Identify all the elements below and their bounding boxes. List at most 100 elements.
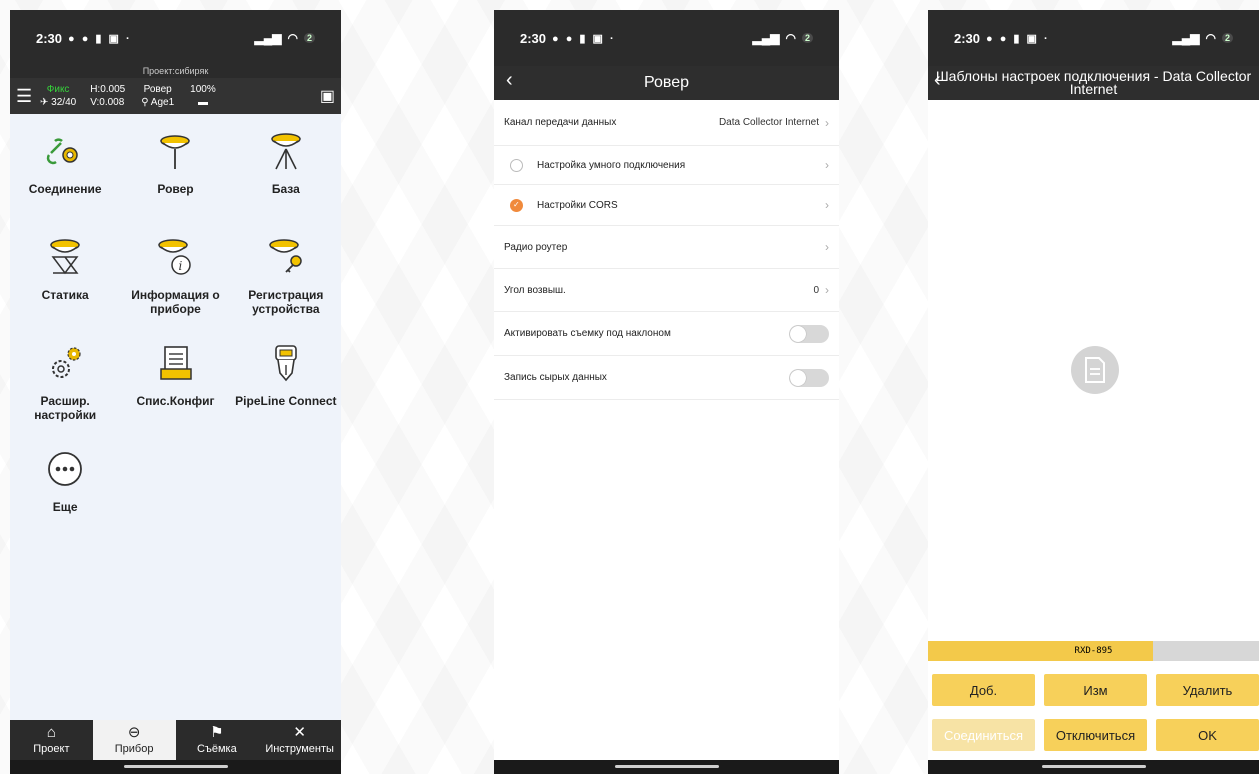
static-receiver-icon xyxy=(42,234,88,280)
menu-icon[interactable]: ☰ xyxy=(16,86,34,107)
project-name: Проект:сибиряк xyxy=(10,66,341,78)
status-time: 2:30 xyxy=(954,30,981,46)
battery-icon: 2 xyxy=(1221,33,1233,43)
home-indicator xyxy=(928,760,1259,774)
wifi-icon: ◠ xyxy=(785,31,796,45)
notification-icons: ● ● ▮ ▣ · xyxy=(986,32,1050,45)
pipeline-connect-icon xyxy=(263,340,309,386)
h-precision: H:0.005 xyxy=(90,84,126,95)
survey-icon: ⚑ xyxy=(210,724,224,741)
home-indicator xyxy=(10,760,341,774)
nav-tab-instrument[interactable]: ⊖ Прибор xyxy=(92,720,176,760)
page-title: Шаблоны настроек подключения - Data Coll… xyxy=(935,68,1252,97)
row-value: 0 xyxy=(813,284,819,296)
bottom-navigation: ⌂ Проект ⊖ Прибор ⚑ Съёмка ✕ Инструменты xyxy=(10,720,341,760)
phone-rover-screen: 2:30 ● ● ▮ ▣ · ▂▄▆ ◠ 2 ‹ Ровер Канал пер… xyxy=(494,10,839,774)
edit-button[interactable]: Изм xyxy=(1044,674,1147,706)
row-label: Радио роутер xyxy=(504,241,568,253)
tile-advanced-settings[interactable]: Расшир. настройки xyxy=(10,340,120,446)
signal-icon: ▂▄▆ xyxy=(752,31,780,45)
wifi-icon: ◠ xyxy=(287,31,298,45)
action-row-bottom: Соединиться Отключиться OK xyxy=(932,719,1259,751)
tile-label: Информация о приборе xyxy=(131,288,220,316)
cors-settings-option[interactable]: Настройки CORS › xyxy=(494,185,839,226)
tile-label: Расшир. настройки xyxy=(34,394,97,422)
battery-icon: 2 xyxy=(801,33,813,43)
tile-more[interactable]: Еще xyxy=(10,446,120,552)
signal-icon: ▂▄▆ xyxy=(254,31,282,45)
row-label: Активировать съемку под наклоном xyxy=(504,328,671,339)
row-value: Data Collector Internet xyxy=(718,117,819,128)
radio-unchecked-icon[interactable] xyxy=(510,158,523,172)
tile-label: Еще xyxy=(52,500,78,514)
wifi-icon: ◠ xyxy=(1205,31,1216,45)
location-pin-icon: ⚲ xyxy=(141,97,149,108)
receiver-icon: ⊖ xyxy=(127,724,141,741)
back-arrow-icon[interactable]: ‹ xyxy=(506,69,513,92)
phone-device-screen: 2:30 ● ● ▮ ▣ · ▂▄▆ ◠ 2 Проект:сибиряк ☰ … xyxy=(10,10,341,774)
smart-connection-option[interactable]: Настройка умного подключения › xyxy=(494,146,839,185)
delete-button[interactable]: Удалить xyxy=(1156,674,1259,706)
device-register-key-icon xyxy=(263,234,309,280)
status-time: 2:30 xyxy=(520,30,547,46)
chevron-right-icon: › xyxy=(825,198,829,212)
tile-base[interactable]: База xyxy=(231,128,341,234)
status-bar: 2:30 ● ● ▮ ▣ · ▂▄▆ ◠ 2 xyxy=(928,10,1259,66)
notification-icons: ● ● ▮ ▣ · xyxy=(552,32,616,45)
advanced-settings-gear-icon xyxy=(42,340,88,386)
tile-rover[interactable]: Ровер xyxy=(120,128,230,234)
fix-status: Фикс xyxy=(46,84,70,95)
nav-label: Съёмка xyxy=(197,743,237,755)
tile-label: Статика xyxy=(41,288,89,302)
tile-config-list[interactable]: Спис.Конфиг xyxy=(120,340,230,446)
nav-label: Инструменты xyxy=(265,743,334,755)
raw-data-toggle[interactable] xyxy=(789,368,829,387)
svg-text:i: i xyxy=(179,259,183,273)
gnss-status-bar: ☰ Фикс ✈ 32/40 H:0.005 V:0.008 Ровер ⚲ A… xyxy=(10,78,341,114)
nav-tab-survey[interactable]: ⚑ Съёмка xyxy=(176,720,259,760)
elevation-angle-row[interactable]: Угол возвыш. 0 › xyxy=(494,269,839,312)
nav-label: Прибор xyxy=(114,743,154,755)
receiver-connect-icon[interactable]: ▣ xyxy=(320,86,335,106)
raw-data-row: Запись сырых данных xyxy=(494,356,839,400)
phone-templates-screen: 2:30 ● ● ▮ ▣ · ▂▄▆ ◠ 2 ‹ Шаблоны настрое… xyxy=(928,10,1259,774)
device-info-icon: i xyxy=(152,234,198,280)
tile-label: Спис.Конфиг xyxy=(136,394,215,408)
v-precision: V:0.008 xyxy=(90,97,125,108)
receiver-battery-icon: ▬ xyxy=(197,97,208,108)
instrument-menu-grid: Соединение Ровер База Статика i Информац… xyxy=(10,114,341,552)
tile-connection[interactable]: Соединение xyxy=(10,128,120,234)
work-mode: Ровер xyxy=(143,84,172,95)
empty-document-icon xyxy=(1071,346,1119,394)
battery-icon: 2 xyxy=(303,33,315,43)
chevron-right-icon: › xyxy=(825,240,829,254)
ok-button[interactable]: OK xyxy=(1156,719,1259,751)
back-arrow-icon[interactable]: ‹ xyxy=(934,69,941,92)
nav-tab-tools[interactable]: ✕ Инструменты xyxy=(258,720,341,760)
signal-icon: ▂▄▆ xyxy=(1172,31,1200,45)
home-icon: ⌂ xyxy=(46,724,56,741)
base-tripod-icon xyxy=(263,128,309,174)
tile-device-registration[interactable]: Регистрация устройства xyxy=(231,234,341,340)
tile-static[interactable]: Статика xyxy=(10,234,120,340)
add-button[interactable]: Доб. xyxy=(932,674,1035,706)
link-gear-icon xyxy=(42,128,88,174)
row-label: Угол возвыш. xyxy=(504,284,566,296)
rover-receiver-icon xyxy=(152,128,198,174)
status-bar: 2:30 ● ● ▮ ▣ · ▂▄▆ ◠ 2 xyxy=(494,10,839,66)
connect-button[interactable]: Соединиться xyxy=(932,719,1035,751)
radio-router-row[interactable]: Радио роутер › xyxy=(494,226,839,269)
nav-tab-project[interactable]: ⌂ Проект xyxy=(10,720,93,760)
tile-label: PipeLine Connect xyxy=(235,394,337,408)
disconnect-button[interactable]: Отключиться xyxy=(1044,719,1147,751)
tools-icon: ✕ xyxy=(293,724,306,741)
radio-checked-icon[interactable] xyxy=(510,198,523,212)
tilt-toggle[interactable] xyxy=(789,324,829,343)
status-bar: 2:30 ● ● ▮ ▣ · ▂▄▆ ◠ 2 xyxy=(10,10,341,66)
notification-icons: ● ● ▮ ▣ · xyxy=(68,32,132,45)
row-label: Настройки CORS xyxy=(537,199,618,211)
data-channel-row[interactable]: Канал передачи данных Data Collector Int… xyxy=(494,100,839,146)
tile-pipeline-connect[interactable]: PipeLine Connect xyxy=(231,340,341,446)
satellite-count: 32/40 xyxy=(51,97,77,108)
tile-device-info[interactable]: i Информация о приборе xyxy=(120,234,230,340)
